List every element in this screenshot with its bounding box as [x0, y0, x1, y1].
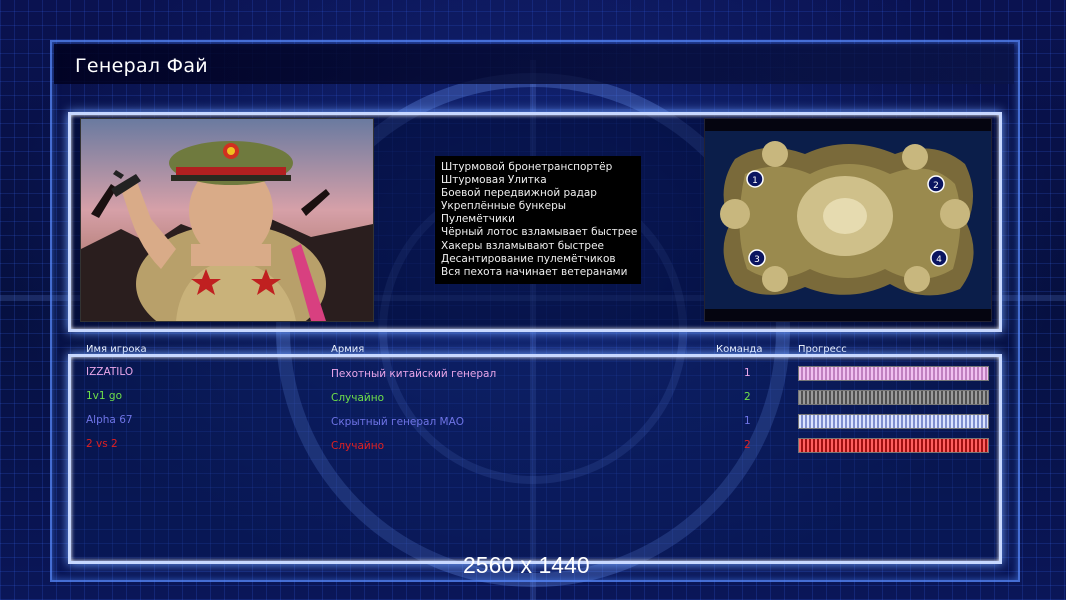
player-team: 2 [744, 391, 751, 403]
bonus-item: Вся пехота начинает ветеранами [441, 265, 628, 278]
general-portrait [80, 118, 374, 322]
progress-bar [798, 414, 989, 429]
svg-text:2: 2 [933, 181, 939, 191]
player-team: 1 [744, 415, 751, 427]
player-row: IZZATILO Пехотный китайский генерал 1 [0, 366, 1066, 386]
general-bonus-list: Штурмовой бронетранспортёр Штурмовая Ули… [441, 161, 637, 279]
player-team: 1 [744, 367, 751, 379]
svg-text:1: 1 [752, 176, 758, 186]
player-name: 2 vs 2 [86, 438, 118, 450]
bonus-item: Укреплённые бункеры [441, 200, 567, 213]
progress-bar [798, 366, 989, 381]
resolution-label: 2560 x 1440 [463, 552, 590, 578]
map-start-marker-1: 1 [746, 170, 764, 188]
player-army: Скрытный генерал МАО [331, 416, 465, 428]
bonus-item: Штурмовой бронетранспортёр [441, 161, 613, 173]
player-row: 2 vs 2 Случайно 2 [0, 438, 1066, 458]
map-start-marker-4: 4 [930, 249, 948, 267]
bonus-item: Десантирование пулемётчиков [441, 252, 616, 265]
bonus-item: Штурмовая Улитка [441, 174, 547, 187]
bonus-item: Пулемётчики [441, 213, 515, 226]
player-team: 2 [744, 439, 751, 451]
bonus-item: Боевой передвижной радар [441, 187, 597, 200]
player-army: Случайно [331, 392, 385, 404]
player-row: 1v1 go Случайно 2 [0, 390, 1066, 410]
map-start-marker-2: 2 [927, 175, 945, 193]
bonus-item: Хакеры взламывают быстрее [441, 239, 605, 252]
player-name: Alpha 67 [86, 414, 133, 426]
player-row: Alpha 67 Скрытный генерал МАО 1 [0, 414, 1066, 434]
svg-text:4: 4 [936, 255, 942, 265]
bonus-item: Чёрный лотос взламывает быстрее [441, 226, 638, 239]
progress-bar [798, 390, 989, 405]
player-army: Пехотный китайский генерал [331, 368, 497, 380]
player-name: IZZATILO [86, 366, 134, 378]
progress-bar [798, 438, 989, 453]
player-name: 1v1 go [86, 390, 123, 402]
svg-text:3: 3 [754, 255, 760, 265]
general-title: Генерал Фай [75, 55, 208, 77]
map-preview: 1 2 3 4 [704, 118, 992, 322]
map-start-marker-3: 3 [748, 249, 766, 267]
player-army: Случайно [331, 440, 385, 452]
